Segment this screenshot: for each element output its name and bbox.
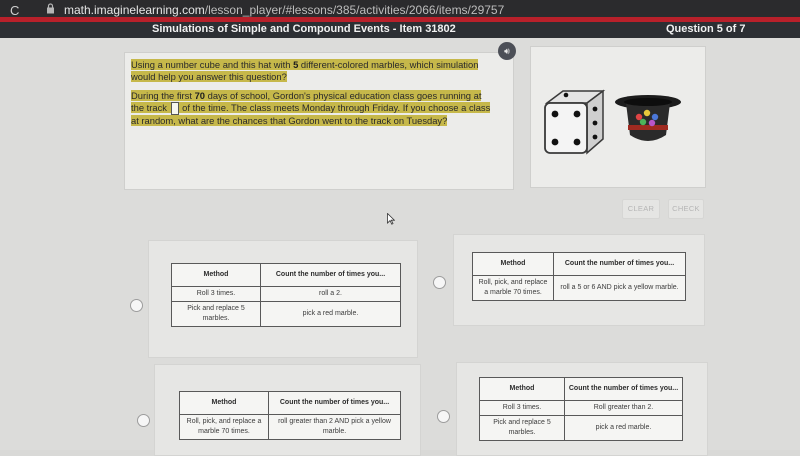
count-cell: roll a 5 or 6 AND pick a yellow marble.	[553, 275, 686, 301]
audio-speaker-button[interactable]: 🔊︎	[498, 42, 516, 60]
table-row: Pick and replace 5 marbles. pick a red m…	[479, 415, 683, 441]
speaker-icon: 🔊︎	[504, 46, 510, 56]
method-cell: Roll, pick, and replace a marble 70 time…	[179, 414, 269, 440]
question-paragraph-1: Using a number cube and this hat with 5 …	[131, 59, 497, 82]
days-count: 70	[194, 90, 206, 102]
clear-button[interactable]: CLEAR	[622, 199, 660, 219]
count-cell: roll a 2.	[260, 286, 401, 302]
question-counter: Question 5 of 7	[666, 23, 746, 35]
table-row: Roll, pick, and replace a marble 70 time…	[472, 275, 686, 301]
count-cell: pick a red marble.	[260, 301, 401, 327]
number-cube-icon	[544, 89, 606, 155]
table-row: Roll 3 times. Roll greater than 2.	[479, 400, 683, 416]
die-and-hat-illustration	[544, 89, 681, 155]
method-cell: Pick and replace 5 marbles.	[171, 301, 261, 327]
mouse-cursor-icon	[387, 213, 395, 225]
method-cell: Pick and replace 5 marbles.	[479, 415, 565, 441]
count-header: Count the number of times you...	[564, 377, 683, 401]
table-row: Pick and replace 5 marbles. pick a red m…	[171, 301, 401, 327]
question-text: Using a number cube and this hat with 5 …	[131, 59, 497, 126]
option-a-radio[interactable]	[130, 299, 143, 312]
method-cell: Roll, pick, and replace a marble 70 time…	[472, 275, 554, 301]
reload-icon[interactable]: C	[10, 3, 19, 18]
method-cell: Roll 3 times.	[171, 286, 261, 302]
method-header: Method	[179, 391, 269, 415]
lock-icon	[47, 3, 54, 14]
option-a-card[interactable]: Method Count the number of times you... …	[148, 240, 418, 358]
address-bar[interactable]: math.imaginelearning.com/lesson_player/#…	[64, 3, 504, 17]
option-c-card[interactable]: Method Count the number of times you... …	[154, 364, 421, 456]
count-cell: pick a red marble.	[564, 415, 683, 441]
option-b-radio[interactable]	[433, 276, 446, 289]
fraction-icon	[170, 101, 179, 115]
question-paragraph-2: During the first 70 days of school, Gord…	[131, 90, 497, 126]
count-cell: Roll greater than 2.	[564, 400, 683, 416]
option-c-radio[interactable]	[137, 414, 150, 427]
question-p2-c: of the time. The class meets Monday thro…	[131, 101, 491, 126]
count-header: Count the number of times you...	[553, 252, 686, 276]
option-d-radio[interactable]	[437, 410, 450, 423]
method-header: Method	[171, 263, 261, 287]
lesson-title-bar: Simulations of Simple and Compound Event…	[0, 22, 800, 38]
method-header: Method	[472, 252, 554, 276]
option-c-table: Method Count the number of times you... …	[179, 391, 401, 440]
illustration-card	[530, 46, 706, 188]
count-cell: roll greater than 2 AND pick a yellow ma…	[268, 414, 401, 440]
question-card: Using a number cube and this hat with 5 …	[124, 52, 514, 190]
table-header-row: Method Count the number of times you...	[472, 252, 686, 276]
table-header-row: Method Count the number of times you...	[479, 377, 683, 401]
question-p2-a: During the first	[131, 90, 195, 102]
option-d-table: Method Count the number of times you... …	[479, 377, 683, 441]
count-header: Count the number of times you...	[260, 263, 401, 287]
table-header-row: Method Count the number of times you...	[171, 263, 401, 287]
check-button[interactable]: CHECK	[668, 199, 704, 219]
method-cell: Roll 3 times.	[479, 400, 565, 416]
method-header: Method	[479, 377, 565, 401]
option-d-card[interactable]: Method Count the number of times you... …	[456, 362, 708, 456]
option-b-table: Method Count the number of times you... …	[472, 252, 686, 301]
question-p1-a: Using a number cube and this hat with	[131, 59, 294, 70]
count-header: Count the number of times you...	[268, 391, 401, 415]
url-path: /lesson_player/#lessons/385/activities/2…	[204, 3, 505, 17]
table-row: Roll 3 times. roll a 2.	[171, 286, 401, 302]
top-hat-icon	[615, 95, 681, 141]
table-row: Roll, pick, and replace a marble 70 time…	[179, 414, 401, 440]
option-a-table: Method Count the number of times you... …	[171, 263, 401, 327]
url-host: math.imaginelearning.com	[64, 3, 205, 17]
page-title: Simulations of Simple and Compound Event…	[152, 23, 456, 35]
option-b-card[interactable]: Method Count the number of times you... …	[453, 234, 705, 326]
table-header-row: Method Count the number of times you...	[179, 391, 401, 415]
